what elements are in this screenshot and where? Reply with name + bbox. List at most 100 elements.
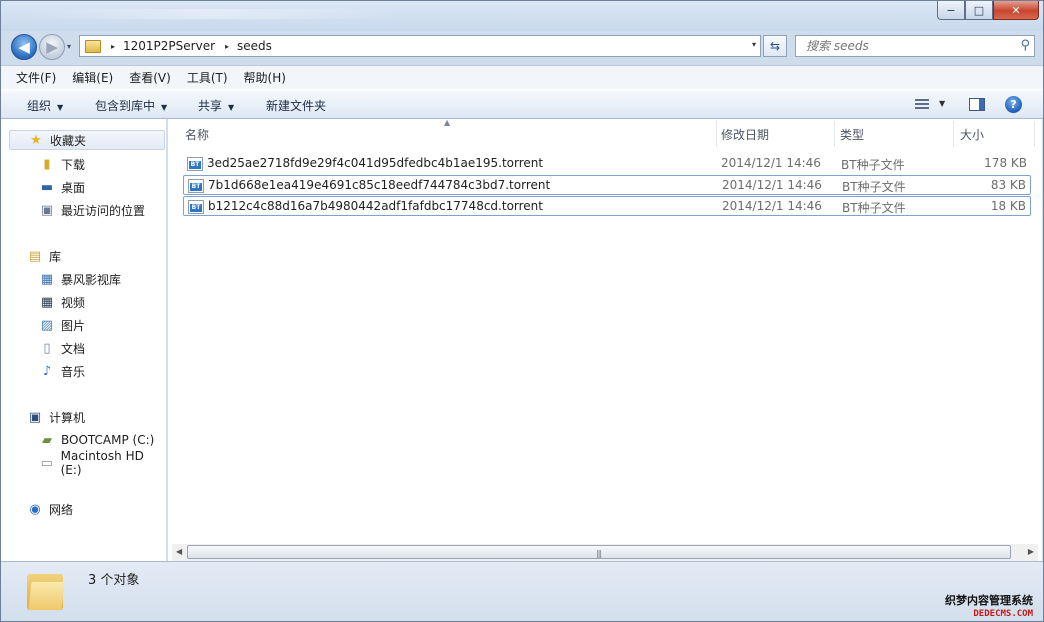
watermark-url: DEDECMS.COM [973, 609, 1033, 619]
file-name: b1212c4c88d16a7b4980442adf1fafdbc17748cd… [208, 199, 543, 213]
computer-icon: ▣ [28, 409, 42, 425]
sidebar-item-computer[interactable]: ▣ 计算机 [27, 407, 85, 427]
sidebar-item-label: 桌面 [61, 180, 86, 195]
system-drive-icon: ▰ [42, 432, 52, 448]
organize-button[interactable]: 组织 ▼ [27, 97, 63, 114]
desktop-icon: ▬ [40, 179, 54, 195]
organize-label: 组织 [27, 99, 52, 113]
column-header-name[interactable]: 名称 [185, 119, 717, 149]
share-label: 共享 [198, 99, 223, 113]
sidebar-item-network[interactable]: ◉ 网络 [27, 499, 73, 519]
sidebar-item-libraries[interactable]: ▤ 库 [27, 246, 61, 266]
watermark-title: 织梦内容管理系统 [945, 594, 1033, 607]
recent-pages-dropdown[interactable]: ▾ [67, 42, 71, 51]
scrollbar-thumb[interactable]: ||| [187, 545, 1011, 559]
breadcrumb-1201p2pserver[interactable]: 1201P2PServer [123, 39, 215, 53]
share-button[interactable]: 共享 ▼ [198, 97, 234, 114]
column-header-modified[interactable]: 修改日期 [721, 119, 833, 149]
minimize-button[interactable]: − [937, 1, 965, 20]
search-input[interactable] [804, 38, 1008, 54]
include-in-library-button[interactable]: 包含到库中 ▼ [95, 97, 167, 114]
chevron-down-icon: ▼ [161, 103, 168, 112]
watermark: 织梦内容管理系统 DEDECMS.COM [929, 592, 1033, 619]
preview-pane-icon[interactable] [969, 98, 985, 111]
file-size: 178 KB [984, 156, 1027, 170]
maximize-button[interactable]: □ [965, 1, 993, 20]
breadcrumb-separator[interactable]: ▸ [225, 42, 229, 51]
title-bar[interactable]: − □ ✕ [1, 1, 1043, 31]
folder-icon [27, 570, 65, 610]
sidebar-item-label: BOOTCAMP (C:) [61, 433, 155, 447]
file-size: 83 KB [990, 178, 1026, 192]
column-header-size[interactable]: 大小 [960, 119, 1030, 149]
menu-edit[interactable]: 编辑(E) [69, 67, 116, 88]
help-icon[interactable]: ? [1005, 96, 1022, 113]
video-library-icon: ▦ [40, 271, 54, 287]
sidebar-item-drive-c[interactable]: ▰ BOOTCAMP (C:) [39, 430, 154, 450]
back-button[interactable]: ◀ [11, 34, 37, 60]
breadcrumb-separator[interactable]: ▸ [111, 42, 115, 51]
view-options-dropdown[interactable]: ▼ [939, 99, 945, 108]
window-controls: − □ ✕ [937, 1, 1039, 20]
column-divider[interactable] [953, 121, 954, 147]
breadcrumb-seeds[interactable]: seeds [237, 39, 272, 53]
file-modified: 2014/12/1 14:46 [722, 178, 822, 192]
sidebar-item-pictures[interactable]: ▨ 图片 [39, 315, 85, 335]
scroll-left-icon[interactable]: ◀ [176, 547, 182, 556]
menu-view[interactable]: 查看(V) [126, 67, 174, 88]
sidebar-item-label: 暴风影视库 [61, 272, 122, 287]
file-size: 18 KB [990, 199, 1026, 213]
search-box[interactable]: ⚲ [795, 35, 1035, 57]
column-divider[interactable] [1034, 121, 1035, 147]
column-divider[interactable] [834, 121, 835, 147]
sidebar-item-label: 文档 [61, 341, 86, 356]
sidebar-item-label: 计算机 [49, 410, 86, 425]
sidebar-item-favorites[interactable]: ★ 收藏夹 [9, 130, 165, 150]
file-row[interactable]: BT 3ed25ae2718fd9e29f4c041d95dfedbc4b1ae… [183, 154, 1031, 174]
sidebar-item-videos[interactable]: ▦ 视频 [39, 292, 85, 312]
sidebar-item-music[interactable]: ♪ 音乐 [39, 361, 85, 381]
menu-file[interactable]: 文件(F) [13, 67, 59, 88]
forward-button[interactable]: ▶ [39, 34, 65, 60]
file-type: BT种子文件 [841, 158, 905, 172]
sidebar-item-storm-video-library[interactable]: ▦ 暴风影视库 [39, 269, 121, 289]
sidebar-item-drive-e[interactable]: ▭ Macintosh HD (E:) [39, 449, 166, 477]
hard-drive-icon: ▭ [40, 455, 53, 471]
file-row[interactable]: BT 7b1d668e1ea419e4691c85c18eedf744784c3… [183, 175, 1031, 195]
file-type: BT种子文件 [842, 201, 906, 215]
new-folder-button[interactable]: 新建文件夹 [266, 97, 326, 114]
column-divider[interactable] [716, 121, 717, 147]
column-header-type[interactable]: 类型 [840, 119, 950, 149]
menu-help[interactable]: 帮助(H) [241, 67, 289, 88]
horizontal-scrollbar[interactable]: ◀ ||| ▶ [172, 544, 1038, 561]
sidebar-item-desktop[interactable]: ▬ 桌面 [39, 177, 85, 197]
sidebar-item-recent-places[interactable]: ▣ 最近访问的位置 [39, 200, 145, 220]
chevron-down-icon: ▼ [228, 103, 235, 112]
file-list-pane: ▲ 名称 修改日期 类型 大小 BT 3ed25ae2718fd9e29f4c0… [168, 118, 1042, 561]
refresh-button[interactable]: ⇆ [763, 35, 787, 57]
grip-icon: ||| [596, 549, 602, 558]
close-button[interactable]: ✕ [993, 1, 1039, 20]
sidebar-item-label: 最近访问的位置 [61, 203, 146, 218]
document-icon: ▯ [43, 340, 51, 356]
menu-tools[interactable]: 工具(T) [184, 67, 231, 88]
title-bar-blur [21, 9, 401, 19]
sidebar-item-label: Macintosh HD (E:) [60, 449, 144, 477]
picture-icon: ▨ [40, 317, 54, 333]
sidebar-item-documents[interactable]: ▯ 文档 [39, 338, 85, 358]
file-name: 3ed25ae2718fd9e29f4c041d95dfedbc4b1ae195… [207, 156, 544, 170]
include-in-library-label: 包含到库中 [95, 99, 156, 113]
sidebar-item-downloads[interactable]: ▮ 下载 [39, 154, 85, 174]
address-history-dropdown[interactable]: ▾ [752, 40, 756, 49]
star-icon: ★ [30, 132, 42, 148]
folder-icon [85, 39, 101, 53]
sidebar-item-label: 网络 [49, 502, 74, 517]
change-view-icon[interactable] [915, 99, 929, 110]
address-bar[interactable]: ▸ 1201P2PServer ▸ seeds ▾ [79, 35, 761, 57]
file-row[interactable]: BT b1212c4c88d16a7b4980442adf1fafdbc1774… [183, 196, 1031, 216]
details-pane: 3 个对象 织梦内容管理系统 DEDECMS.COM [1, 561, 1043, 621]
menu-bar: 文件(F) 编辑(E) 查看(V) 工具(T) 帮助(H) [1, 65, 1043, 89]
scroll-right-icon[interactable]: ▶ [1028, 547, 1034, 556]
search-icon[interactable]: ⚲ [1020, 38, 1030, 53]
navigation-pane: ★ 收藏夹 ▮ 下载 ▬ 桌面 ▣ 最近访问的位置 ▤ 库 ▦ 暴风影视库 ▦ … [1, 119, 167, 561]
